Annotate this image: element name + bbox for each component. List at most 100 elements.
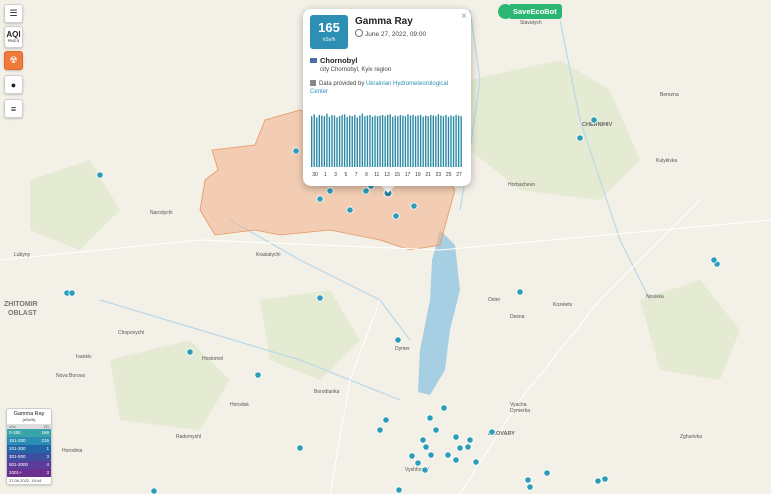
sensor-marker[interactable] xyxy=(452,433,460,441)
sensor-marker[interactable] xyxy=(516,288,524,296)
chart-bar xyxy=(430,114,432,167)
chart-bar xyxy=(455,114,457,167)
sensor-marker[interactable] xyxy=(394,336,402,344)
sensor-marker[interactable] xyxy=(382,416,390,424)
sensor-marker[interactable] xyxy=(464,443,472,451)
sensor-marker[interactable] xyxy=(526,483,534,491)
popup-location: Chornobyl xyxy=(310,56,358,65)
svg-text:Lubyny: Lubyny xyxy=(14,252,31,258)
sensor-marker[interactable] xyxy=(96,171,104,179)
sensor-marker[interactable] xyxy=(408,452,416,460)
sensor-marker[interactable] xyxy=(414,459,422,467)
chart-bar xyxy=(460,116,462,167)
chart-bar xyxy=(432,115,434,167)
chart-bar xyxy=(349,115,351,167)
source-icon xyxy=(310,80,316,86)
sensor-marker[interactable] xyxy=(419,436,427,444)
chart-tick-label: 3 xyxy=(334,172,337,178)
sensor-marker[interactable] xyxy=(316,195,324,203)
legend-row: 201-300 1 xyxy=(7,445,51,453)
saveecobot-logo[interactable]: SaveEcoBot xyxy=(498,3,562,20)
city-icon xyxy=(310,58,317,63)
chart-bar xyxy=(326,113,328,167)
chart-bar xyxy=(387,114,389,167)
legend-row: 2001+ 3 xyxy=(7,469,51,477)
chart-bar xyxy=(412,114,414,167)
chart-bar xyxy=(343,114,346,167)
sensor-marker[interactable] xyxy=(456,444,464,452)
sensor-marker[interactable] xyxy=(68,289,76,297)
sensor-marker[interactable] xyxy=(710,256,718,264)
svg-text:Kraslatychi: Kraslatychi xyxy=(256,252,280,258)
chart-bar xyxy=(394,115,396,167)
sensor-marker[interactable] xyxy=(376,426,384,434)
sensor-marker[interactable] xyxy=(346,206,354,214)
svg-text:Narodychi: Narodychi xyxy=(150,210,173,216)
sensor-marker[interactable] xyxy=(472,458,480,466)
chart-bar xyxy=(440,115,442,167)
chart-tick-label: 23 xyxy=(436,172,442,178)
svg-text:Horbachevo: Horbachevo xyxy=(508,182,535,188)
sensor-marker[interactable] xyxy=(601,475,609,483)
legend-unit: (nSv/h) xyxy=(22,417,36,422)
sensor-marker[interactable] xyxy=(432,426,440,434)
sensor-marker[interactable] xyxy=(410,202,418,210)
sensor-marker[interactable] xyxy=(594,477,602,485)
close-icon[interactable]: × xyxy=(461,11,467,22)
sensor-marker[interactable] xyxy=(444,451,452,459)
sensor-marker[interactable] xyxy=(362,187,370,195)
legend-row: 501-2000 4 xyxy=(7,461,51,469)
chart-bar xyxy=(366,115,369,167)
chart-bar xyxy=(447,116,450,167)
fire-button[interactable]: ● xyxy=(4,75,23,94)
chart-bar xyxy=(351,116,353,167)
chart-bar xyxy=(356,117,358,167)
sensor-marker[interactable] xyxy=(421,466,429,474)
radiation-button[interactable]: ☢ xyxy=(4,51,23,70)
sensor-marker[interactable] xyxy=(426,414,434,422)
chart-bar xyxy=(425,115,427,167)
chart-bar xyxy=(409,115,412,167)
layers-button[interactable]: ≡ xyxy=(4,99,23,118)
sensor-marker[interactable] xyxy=(150,487,158,494)
value-badge: 165 nSv/h xyxy=(310,15,348,49)
sensor-marker[interactable] xyxy=(590,116,598,124)
sensor-marker[interactable] xyxy=(186,348,194,356)
sensor-marker[interactable] xyxy=(576,134,584,142)
sensor-marker[interactable] xyxy=(296,444,304,452)
chart-bar xyxy=(341,114,343,167)
sensor-marker[interactable] xyxy=(440,404,448,412)
sensor-marker[interactable] xyxy=(466,436,474,444)
sensor-marker[interactable] xyxy=(254,371,262,379)
sensor-marker[interactable] xyxy=(427,451,435,459)
sensor-marker[interactable] xyxy=(488,428,496,436)
popup-title: Gamma Ray xyxy=(355,16,413,27)
map-label-oblast: OBLAST xyxy=(8,310,38,317)
chart-bar xyxy=(417,115,419,167)
chart-bar xyxy=(374,115,376,167)
menu-button[interactable]: ☰ xyxy=(4,4,23,23)
sensor-marker[interactable] xyxy=(326,187,334,195)
svg-text:Oster: Oster xyxy=(488,297,501,303)
sensor-marker[interactable] xyxy=(524,476,532,484)
chart-bar xyxy=(313,114,315,167)
svg-text:Kulykivka: Kulykivka xyxy=(656,158,677,164)
chart-bar xyxy=(414,116,417,167)
sensor-marker[interactable] xyxy=(395,486,403,494)
sensor-marker[interactable] xyxy=(392,212,400,220)
legend-row: 0-150 166 xyxy=(7,429,51,437)
aqi-button[interactable]: AQI PM2.5 xyxy=(4,26,23,48)
chart-tick-label: 5 xyxy=(344,172,347,178)
sensor-marker[interactable] xyxy=(316,294,324,302)
chart-bar xyxy=(323,116,326,167)
chart-bar xyxy=(452,116,455,167)
sensor-marker[interactable] xyxy=(292,147,300,155)
sensor-marker[interactable] xyxy=(452,456,460,464)
sensor-marker[interactable] xyxy=(422,443,430,451)
svg-text:Slavutych: Slavutych xyxy=(520,20,542,26)
chart-tick-label: 27 xyxy=(456,172,462,178)
chart-tick-label: 30 xyxy=(312,172,318,178)
svg-text:Dymerka: Dymerka xyxy=(510,408,530,414)
chart-bar xyxy=(422,116,424,167)
sensor-marker[interactable] xyxy=(543,469,551,477)
